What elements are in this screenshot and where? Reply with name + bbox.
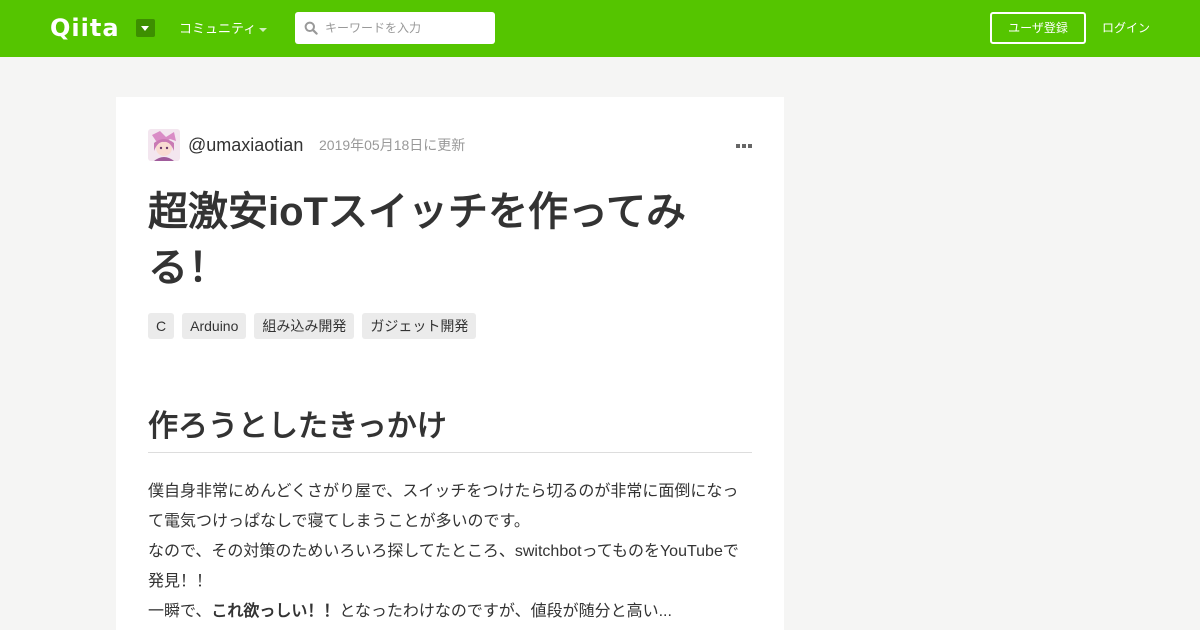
paragraph-text: 一瞬で、 <box>148 603 212 620</box>
paragraph-text: となったわけなのですが、値段が随分と高い... <box>339 603 672 620</box>
article-title: 超激安ioTスイッチを作ってみる！ <box>148 190 686 290</box>
emphasis-text: これ欲っしい！！ <box>211 603 340 620</box>
logo-dropdown-button[interactable] <box>136 19 155 37</box>
tag-list: C Arduino 組み込み開発 ガジェット開発 <box>148 313 477 339</box>
avatar-image <box>148 129 180 161</box>
chevron-down-icon[interactable] <box>259 28 267 32</box>
tag-arduino[interactable]: Arduino <box>182 313 247 339</box>
qiita-logo[interactable]: Qiita <box>50 14 120 42</box>
search-icon <box>304 21 318 35</box>
tag-embedded-dev[interactable]: 組み込み開発 <box>254 313 355 339</box>
article-card: @umaxiaotian 2019年05月18日に更新 超激安ioTスイッチを作… <box>116 97 784 630</box>
author-username[interactable]: @umaxiaotian <box>188 134 303 156</box>
avatar[interactable] <box>148 129 180 161</box>
search-box[interactable] <box>295 12 495 44</box>
article-body: 僕自身非常にめんどくさがり屋で、スイッチをつけたら切るのが非常に面倒になって電気… <box>148 477 752 627</box>
search-input[interactable] <box>325 12 490 44</box>
paragraph: なので、その対策のためいろいろ探してたところ、switchbotってものをYou… <box>148 543 739 590</box>
paragraph: 僕自身非常にめんどくさがり屋で、スイッチをつけたら切るのが非常に面倒になって電気… <box>148 483 739 530</box>
login-link[interactable]: ログイン <box>1102 20 1150 36</box>
signup-button[interactable]: ユーザ登録 <box>990 12 1086 44</box>
community-menu[interactable]: コミュニティ <box>179 21 256 37</box>
top-navbar: Qiita コミュニティ ユーザ登録 ログイン <box>0 0 1200 57</box>
updated-date: 2019年05月18日に更新 <box>319 137 466 153</box>
tag-gadget-dev[interactable]: ガジェット開発 <box>362 313 477 339</box>
section-heading: 作ろうとしたきっかけ <box>148 405 752 453</box>
tag-c[interactable]: C <box>148 313 175 339</box>
more-dots-icon[interactable] <box>736 143 752 149</box>
paragraph: 一瞬で、これ欲っしい！！となったわけなのですが、値段が随分と高い... <box>148 597 752 627</box>
